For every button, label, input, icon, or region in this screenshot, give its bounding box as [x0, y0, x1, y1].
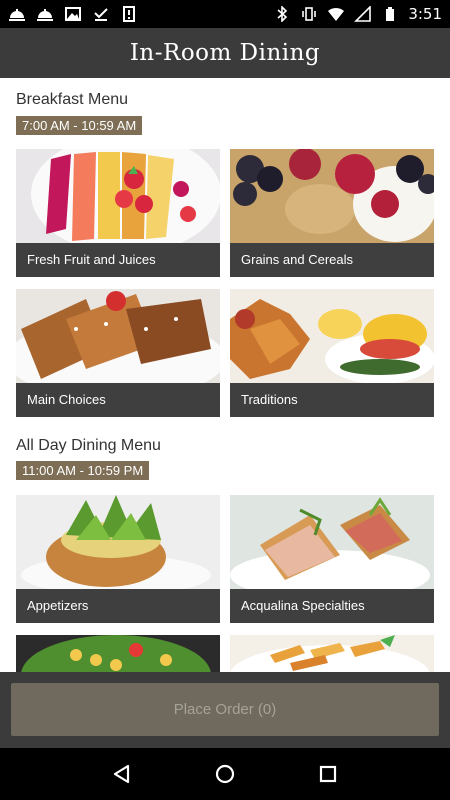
tile-label: Traditions — [230, 383, 434, 417]
french-toast-photo — [16, 289, 220, 383]
bluetooth-icon — [277, 6, 288, 22]
back-icon — [113, 764, 129, 784]
section-title-breakfast: Breakfast Menu — [16, 91, 129, 108]
tile-salad[interactable] — [16, 635, 220, 672]
home-icon — [215, 764, 235, 784]
granola-yogurt-photo — [230, 149, 434, 243]
page-title: In-Room Dining — [129, 40, 321, 66]
section-title-all-day: All Day Dining Menu — [16, 437, 161, 454]
menu-content[interactable]: Breakfast Menu 7:00 AM - 10:59 AM Fresh … — [0, 78, 450, 672]
salad-photo — [16, 635, 220, 672]
vibrate-icon — [302, 7, 317, 21]
status-time: 3:51 — [408, 5, 442, 23]
battery-icon — [386, 7, 395, 21]
pasta-photo — [230, 635, 434, 672]
tile-label: Acqualina Specialties — [230, 589, 434, 623]
fruit-platter-photo — [16, 149, 220, 243]
service-bell-icon — [9, 9, 25, 21]
tile-fresh-fruit-and-juices[interactable]: Fresh Fruit and Juices — [16, 149, 220, 277]
hours-badge-breakfast: 7:00 AM - 10:59 AM — [16, 116, 143, 135]
status-system: 3:51 — [273, 5, 442, 23]
back-button[interactable] — [108, 760, 136, 788]
status-notifications — [8, 6, 138, 22]
navigation-bar — [0, 748, 450, 800]
club-sandwich-photo — [230, 495, 434, 589]
tile-pasta[interactable] — [230, 635, 434, 672]
crab-cake-photo — [16, 495, 220, 589]
home-button[interactable] — [211, 760, 239, 788]
status-bar: 3:51 — [0, 0, 450, 28]
tile-label: Grains and Cereals — [230, 243, 434, 277]
recents-icon — [320, 765, 337, 783]
tile-traditions[interactable]: Traditions — [230, 289, 434, 417]
notification-icon — [123, 6, 135, 22]
order-bar: Place Order (0) — [0, 672, 450, 748]
place-order-button[interactable]: Place Order (0) — [11, 683, 439, 736]
image-icon — [65, 7, 81, 21]
tile-appetizers[interactable]: Appetizers — [16, 495, 220, 623]
signal-icon — [354, 6, 372, 22]
tile-main-choices[interactable]: Main Choices — [16, 289, 220, 417]
tile-label: Fresh Fruit and Juices — [16, 243, 220, 277]
recents-button[interactable] — [314, 760, 342, 788]
wifi-icon — [328, 7, 345, 21]
service-bell-icon — [37, 9, 53, 21]
tile-acqualina-specialties[interactable]: Acqualina Specialties — [230, 495, 434, 623]
tile-label: Main Choices — [16, 383, 220, 417]
app-bar: In-Room Dining — [0, 28, 450, 78]
tile-label: Appetizers — [16, 589, 220, 623]
download-check-icon — [94, 8, 108, 21]
eggs-benedict-photo — [230, 289, 434, 383]
hours-badge-all-day: 11:00 AM - 10:59 PM — [16, 461, 150, 480]
tile-grains-and-cereals[interactable]: Grains and Cereals — [230, 149, 434, 277]
